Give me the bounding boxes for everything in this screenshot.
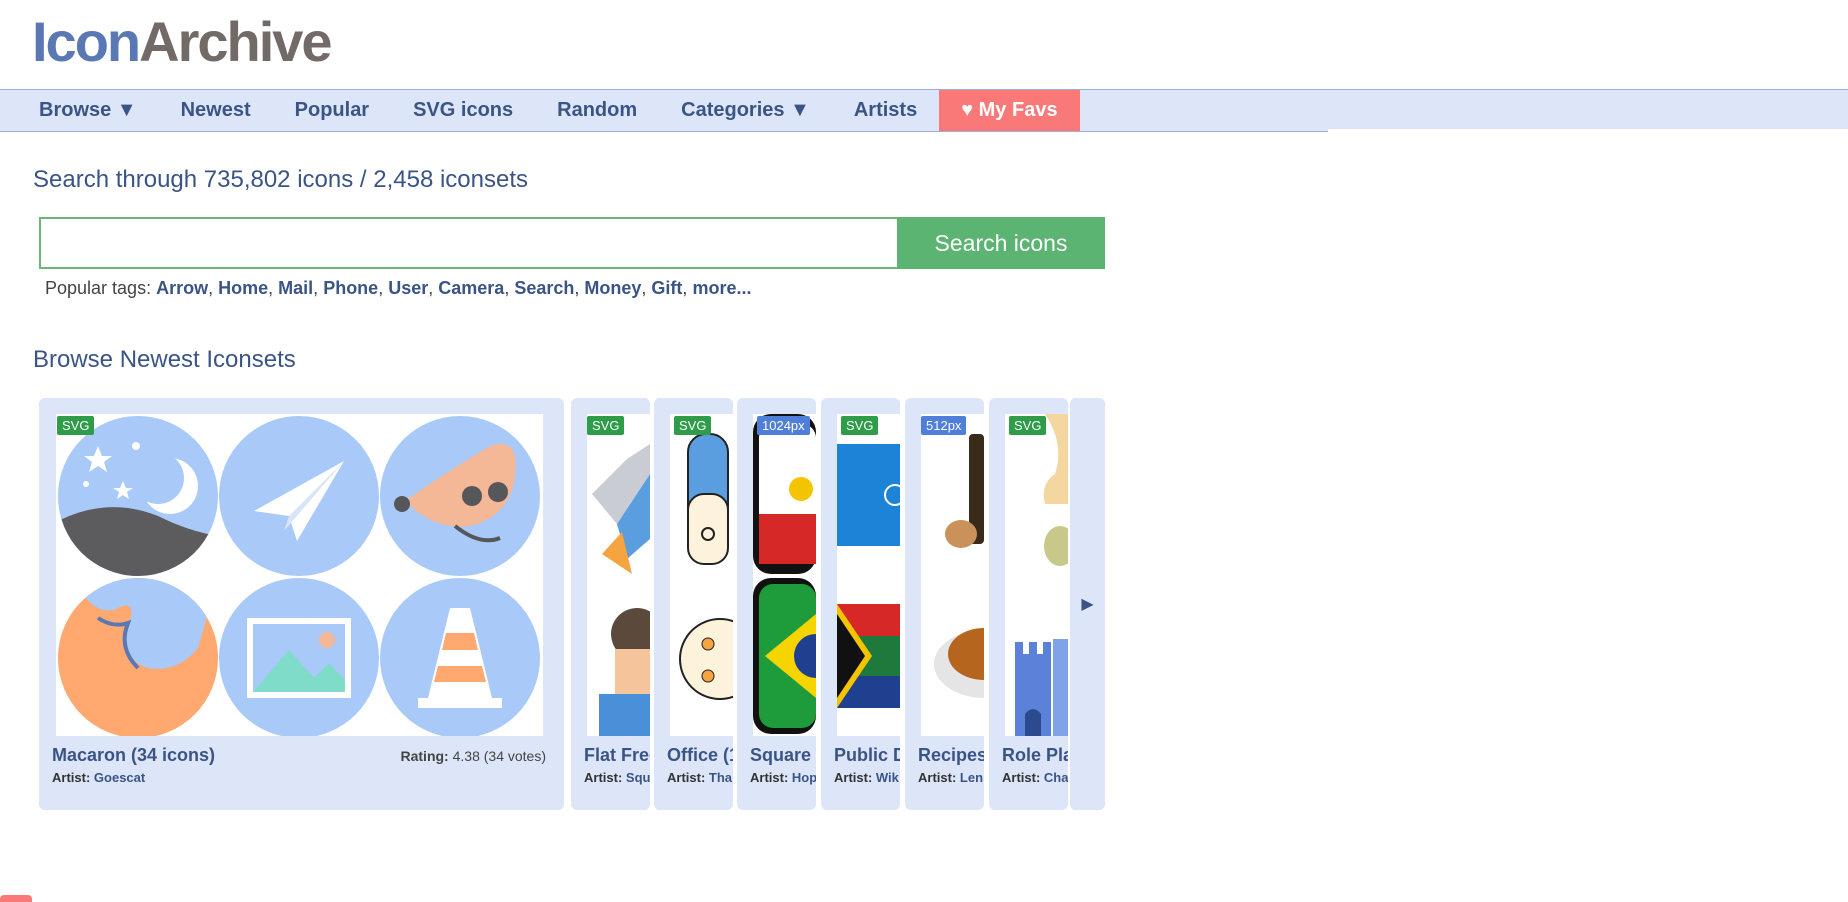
- iconset-artist: Artist: Hop: [750, 770, 816, 785]
- iconset-preview[interactable]: [753, 414, 816, 736]
- flag-icon: [837, 444, 900, 708]
- tag-link[interactable]: Gift: [651, 278, 682, 298]
- svg-badge: SVG: [57, 416, 95, 435]
- more-tags-link[interactable]: more...: [692, 278, 751, 298]
- artist-link[interactable]: Wik: [876, 770, 899, 785]
- feedback-tab[interactable]: [0, 895, 32, 902]
- iconset-name[interactable]: Macaron (34 icons): [52, 745, 215, 766]
- iconset-carousel: SVG Macaron (34 icons) Rating: 4.38 (34 …: [39, 398, 1105, 810]
- iconset-card[interactable]: SVG Office (1 Artist: Tha: [654, 398, 733, 810]
- search-heading: Search through 735,802 icons / 2,458 ico…: [33, 166, 528, 193]
- tag-link[interactable]: Search: [514, 278, 574, 298]
- carousel-next-button[interactable]: ▶: [1070, 398, 1105, 810]
- search-button[interactable]: Search icons: [897, 217, 1105, 269]
- nav-categories[interactable]: Categories ▼: [659, 90, 832, 131]
- svg-badge: SVG: [587, 416, 625, 435]
- artist-label: Artist:: [1002, 770, 1041, 785]
- artist-link[interactable]: Squ: [626, 770, 650, 785]
- size-badge: 1024px: [757, 416, 810, 435]
- iconset-preview[interactable]: [56, 414, 543, 736]
- rating-value: 4.38 (34 votes): [452, 748, 546, 764]
- food-icon: [934, 434, 984, 698]
- image-picture-icon: [219, 578, 379, 736]
- logo-text-archive: Archive: [139, 10, 332, 73]
- nav-border-mask: [1328, 129, 1848, 133]
- artist-link[interactable]: Cha: [1044, 770, 1068, 785]
- nav-my-favs[interactable]: ♥ My Favs: [939, 90, 1080, 131]
- iconset-name[interactable]: Office (1: [667, 745, 733, 766]
- rocket-icon: [592, 444, 650, 736]
- iconset-artist: Artist: Squ: [584, 770, 650, 785]
- nav-newest[interactable]: Newest: [159, 90, 273, 131]
- logo-text-icon: Icon: [32, 10, 141, 73]
- iconset-card[interactable]: SVG Flat Free Artist: Squ: [571, 398, 650, 810]
- size-badge: 512px: [921, 416, 967, 435]
- main-nav: Browse ▼ Newest Popular SVG icons Random…: [17, 90, 1080, 131]
- nav-popular[interactable]: Popular: [273, 90, 391, 131]
- svg-badge: SVG: [1009, 416, 1047, 435]
- vlc-cone-icon: [380, 578, 540, 736]
- artist-label: Artist:: [918, 770, 957, 785]
- gimp-icon: [380, 416, 540, 576]
- iconset-card[interactable]: 512px Recipes Artist: Len: [905, 398, 984, 810]
- popular-tags: Popular tags: Arrow, Home, Mail, Phone, …: [45, 278, 752, 298]
- artist-link[interactable]: Tha: [709, 770, 732, 785]
- artist-label: Artist:: [834, 770, 873, 785]
- tag-link[interactable]: Money: [584, 278, 641, 298]
- moon-night-icon: [58, 416, 218, 576]
- artist-label: Artist:: [750, 770, 789, 785]
- iconset-name[interactable]: Recipes: [918, 745, 984, 766]
- iconset-name[interactable]: Square: [750, 745, 811, 766]
- artist-link[interactable]: Hop: [792, 770, 816, 785]
- rating-label: Rating:: [400, 748, 449, 764]
- popular-tags-label: Popular tags:: [45, 278, 152, 298]
- iconset-card[interactable]: SVG Macaron (34 icons) Rating: 4.38 (34 …: [39, 398, 564, 810]
- iconset-artist: Artist: Wik: [834, 770, 899, 785]
- site-logo[interactable]: IconArchive: [32, 10, 333, 74]
- paper-plane-icon: [219, 416, 379, 576]
- iconset-artist: Artist: Cha: [1002, 770, 1068, 785]
- artist-label: Artist:: [667, 770, 706, 785]
- nav-browse[interactable]: Browse ▼: [17, 90, 159, 131]
- artist-link[interactable]: Len: [960, 770, 983, 785]
- tag-link[interactable]: Arrow: [156, 278, 208, 298]
- iconset-preview[interactable]: [670, 414, 733, 736]
- iconset-artist: Artist: Goescat: [52, 770, 145, 785]
- artist-label: Artist:: [584, 770, 623, 785]
- iconset-artist: Artist: Len: [918, 770, 983, 785]
- iconset-name[interactable]: Flat Free: [584, 745, 650, 766]
- svg-badge: SVG: [674, 416, 712, 435]
- artist-link[interactable]: Goescat: [94, 770, 145, 785]
- iconset-preview[interactable]: [837, 414, 900, 736]
- iconset-card[interactable]: SVG Role Pla Artist: Cha: [989, 398, 1068, 810]
- iconset-name[interactable]: Public D: [834, 745, 900, 766]
- iconset-rating: Rating: 4.38 (34 votes): [401, 748, 547, 764]
- search-input[interactable]: [39, 217, 897, 269]
- iconset-card[interactable]: SVG Public D Artist: Wik: [821, 398, 900, 810]
- iconset-preview[interactable]: [1005, 414, 1068, 736]
- office-icon: [679, 433, 733, 700]
- tag-link[interactable]: Phone: [323, 278, 378, 298]
- iconset-artist: Artist: Tha: [667, 770, 732, 785]
- tag-link[interactable]: Home: [218, 278, 268, 298]
- tag-link[interactable]: Camera: [438, 278, 504, 298]
- nav-bar: Browse ▼ Newest Popular SVG icons Random…: [0, 89, 1848, 132]
- nav-artists[interactable]: Artists: [832, 90, 939, 131]
- tag-link[interactable]: Mail: [278, 278, 313, 298]
- nav-random[interactable]: Random: [535, 90, 659, 131]
- iconset-preview[interactable]: [587, 414, 650, 736]
- flag-icon: [753, 414, 816, 734]
- svg-badge: SVG: [841, 416, 879, 435]
- iconset-preview[interactable]: [921, 414, 984, 736]
- firefox-icon: [58, 578, 218, 736]
- artist-label: Artist:: [52, 770, 91, 785]
- iconset-name[interactable]: Role Pla: [1002, 745, 1068, 766]
- nav-svg-icons[interactable]: SVG icons: [391, 90, 535, 131]
- browse-heading: Browse Newest Iconsets: [33, 346, 296, 373]
- castle-icon: [1015, 414, 1068, 736]
- iconset-card[interactable]: 1024px Square Artist: Hop: [737, 398, 816, 810]
- tag-link[interactable]: User: [388, 278, 428, 298]
- search-form: Search icons: [39, 217, 1105, 269]
